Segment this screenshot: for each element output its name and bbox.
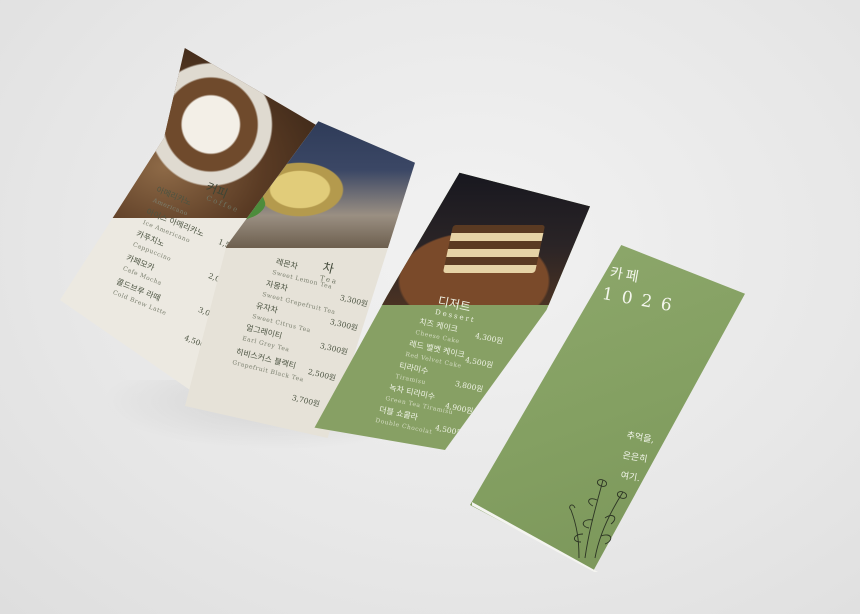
dessert-item-en: Double Chocolat — [374, 417, 433, 436]
tea-item-price: 3,300원 — [319, 341, 349, 357]
tea-item-price: 3,700원 — [291, 393, 321, 409]
herb-illustration-icon — [569, 479, 628, 559]
dessert-item-price: 4,500원 — [464, 355, 494, 370]
tea-item-name: 자몽차 — [265, 279, 289, 294]
tea-item-price: 2,500원 — [307, 367, 337, 383]
tea-item-price: 3,300원 — [339, 293, 369, 309]
mockup-scene: 커피 Coffee 아메리카노 Americano 아이스 아메리카노 Ice … — [0, 0, 860, 614]
tea-item-name: 레몬차 — [275, 257, 299, 272]
tiramisu-cake — [442, 225, 546, 273]
tea-item-price: 3,300원 — [329, 317, 359, 333]
tea-item-name: 유자차 — [255, 301, 279, 316]
dessert-item-price: 3,800원 — [454, 379, 484, 394]
dessert-item-price: 4,300원 — [474, 331, 504, 346]
